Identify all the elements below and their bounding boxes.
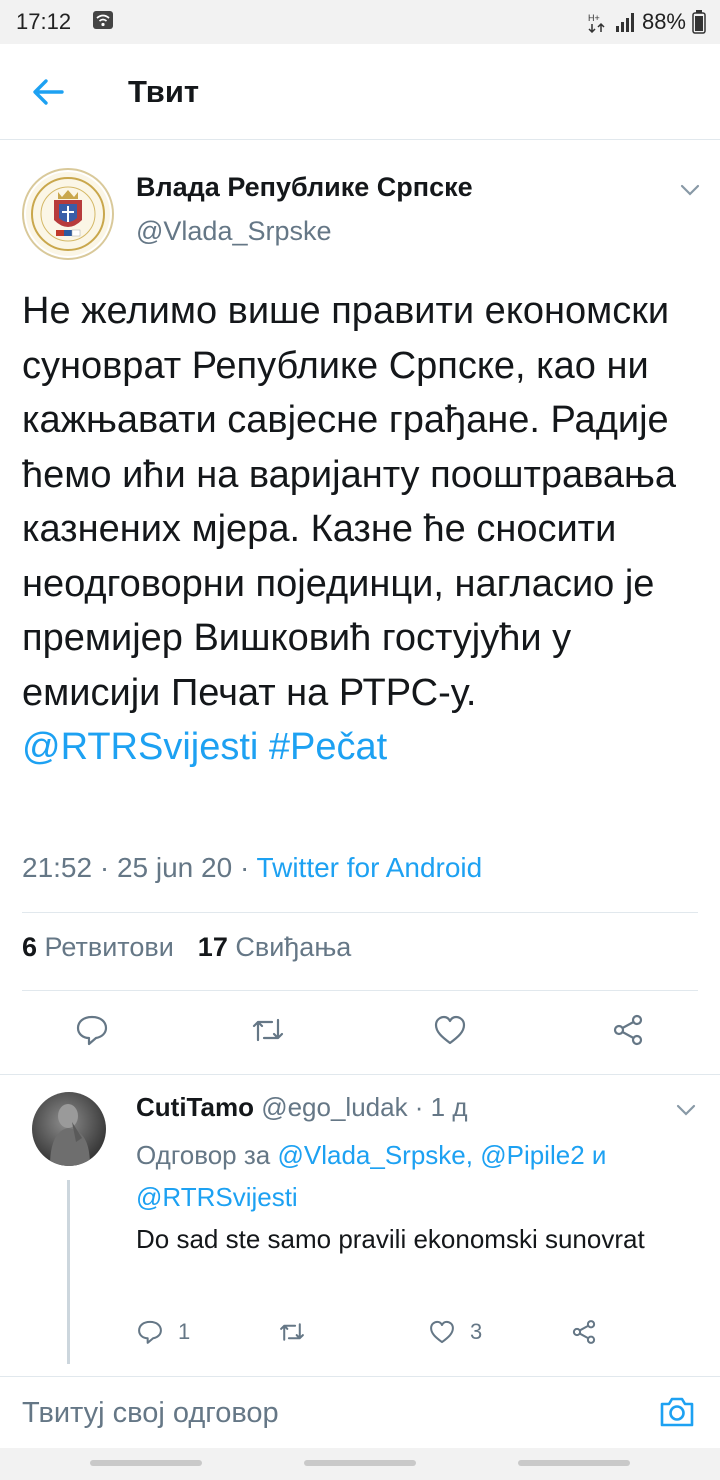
retweet-icon[interactable] bbox=[250, 1012, 286, 1048]
reply-like-button[interactable]: 3 bbox=[428, 1318, 482, 1346]
status-right: H+ 88% bbox=[588, 9, 706, 35]
retweets-count: 6 bbox=[22, 932, 38, 962]
divider bbox=[22, 912, 698, 913]
wifi-icon bbox=[93, 11, 113, 29]
reply-share-button[interactable] bbox=[570, 1318, 598, 1346]
replying-to: Одговор за @Vlada_Srpske, @Pipile2 и @RT… bbox=[136, 1134, 706, 1218]
author-handle[interactable]: @Vlada_Srpske bbox=[136, 216, 332, 247]
reply-author-name[interactable]: CutiTamo bbox=[136, 1092, 254, 1122]
tweet-text: Не желимо више правити економски суновра… bbox=[22, 284, 702, 775]
nav-indicator bbox=[90, 1460, 202, 1466]
camera-icon[interactable] bbox=[658, 1393, 696, 1431]
reply-actions: 1 3 bbox=[136, 1316, 616, 1350]
reply-header: CutiTamo @ego_ludak · 1 д bbox=[136, 1092, 468, 1123]
svg-text:H+: H+ bbox=[588, 13, 600, 23]
mention-link[interactable]: @RTRSvijesti bbox=[22, 726, 258, 768]
app-header: Твит bbox=[0, 44, 720, 140]
like-icon[interactable] bbox=[432, 1012, 468, 1048]
reply-author-handle[interactable]: @ego_ludak bbox=[261, 1092, 407, 1122]
section-divider bbox=[0, 1074, 720, 1075]
avatar[interactable] bbox=[22, 168, 114, 260]
reply-input-placeholder[interactable]: Твитуј свој одговор bbox=[22, 1397, 279, 1430]
hashtag-link[interactable]: #Pečat bbox=[269, 726, 387, 768]
tweet-timestamp: 21:52 · 25 jun 20 · bbox=[22, 852, 257, 883]
likes-stat[interactable]: 17 Свиђања bbox=[198, 932, 351, 963]
likes-label: Свиђања bbox=[235, 932, 352, 962]
tweet-actions bbox=[0, 1010, 720, 1056]
tweet-meta: 21:52 · 25 jun 20 · Twitter for Android bbox=[22, 852, 482, 884]
reply-text: Do sad ste samo pravili ekonomski sunovr… bbox=[136, 1224, 645, 1254]
reply-icon[interactable] bbox=[74, 1012, 110, 1048]
coat-of-arms-icon bbox=[26, 172, 110, 256]
arrow-left-icon[interactable] bbox=[30, 74, 66, 110]
likes-count: 17 bbox=[197, 932, 228, 962]
reply-reply-button[interactable]: 1 bbox=[136, 1318, 190, 1346]
author-name[interactable]: Влада Републике Српске bbox=[136, 172, 473, 203]
reply-icon bbox=[138, 1320, 162, 1344]
reply-avatar[interactable] bbox=[32, 1092, 106, 1166]
page-title: Твит bbox=[128, 74, 200, 109]
retweets-label: Ретвитови bbox=[44, 932, 174, 962]
data-arrows-icon: H+ bbox=[588, 13, 605, 33]
retweets-stat[interactable]: 6 Ретвитови bbox=[22, 932, 174, 963]
replying-to-link[interactable]: @Pipile2 bbox=[480, 1140, 584, 1170]
replying-to-link[interactable]: @RTRSvijesti bbox=[136, 1182, 298, 1212]
retweet-icon bbox=[280, 1323, 304, 1341]
battery-icon bbox=[692, 10, 706, 34]
nav-indicator bbox=[518, 1460, 630, 1466]
reply-like-count: 3 bbox=[470, 1319, 483, 1344]
replying-to-prefix: Одговор за bbox=[136, 1140, 278, 1170]
tweet-source-link[interactable]: Twitter for Android bbox=[257, 852, 483, 883]
system-nav-bar bbox=[0, 1448, 720, 1480]
chevron-down-icon[interactable] bbox=[678, 178, 702, 202]
tweet-stats: 6 Ретвитови 17 Свиђања bbox=[22, 932, 351, 963]
status-time: 17:12 bbox=[16, 9, 72, 34]
signal-icon bbox=[615, 13, 634, 32]
thread-line bbox=[67, 1180, 70, 1364]
reply-reply-count: 1 bbox=[178, 1319, 191, 1344]
tweet-body: Не желимо више правити економски суновра… bbox=[22, 290, 677, 714]
battery-percent: 88% bbox=[641, 9, 686, 34]
reply-composer[interactable]: Твитуј свој одговор bbox=[0, 1376, 720, 1448]
status-bar: 17:12 H+ 88% bbox=[0, 0, 720, 44]
replying-to-separator: , bbox=[465, 1140, 481, 1170]
reply-retweet-button[interactable] bbox=[278, 1318, 306, 1346]
divider bbox=[22, 990, 698, 991]
thinker-statue-image bbox=[50, 1104, 90, 1166]
nav-indicator bbox=[304, 1460, 416, 1466]
like-icon bbox=[430, 1320, 454, 1344]
share-icon bbox=[572, 1320, 596, 1344]
reply-time: · 1 д bbox=[407, 1092, 468, 1122]
share-icon[interactable] bbox=[610, 1012, 646, 1048]
replying-to-link[interactable]: @Vlada_Srpske bbox=[277, 1140, 465, 1170]
chevron-down-icon[interactable] bbox=[674, 1098, 698, 1122]
replying-to-conjunction: и bbox=[584, 1140, 607, 1170]
